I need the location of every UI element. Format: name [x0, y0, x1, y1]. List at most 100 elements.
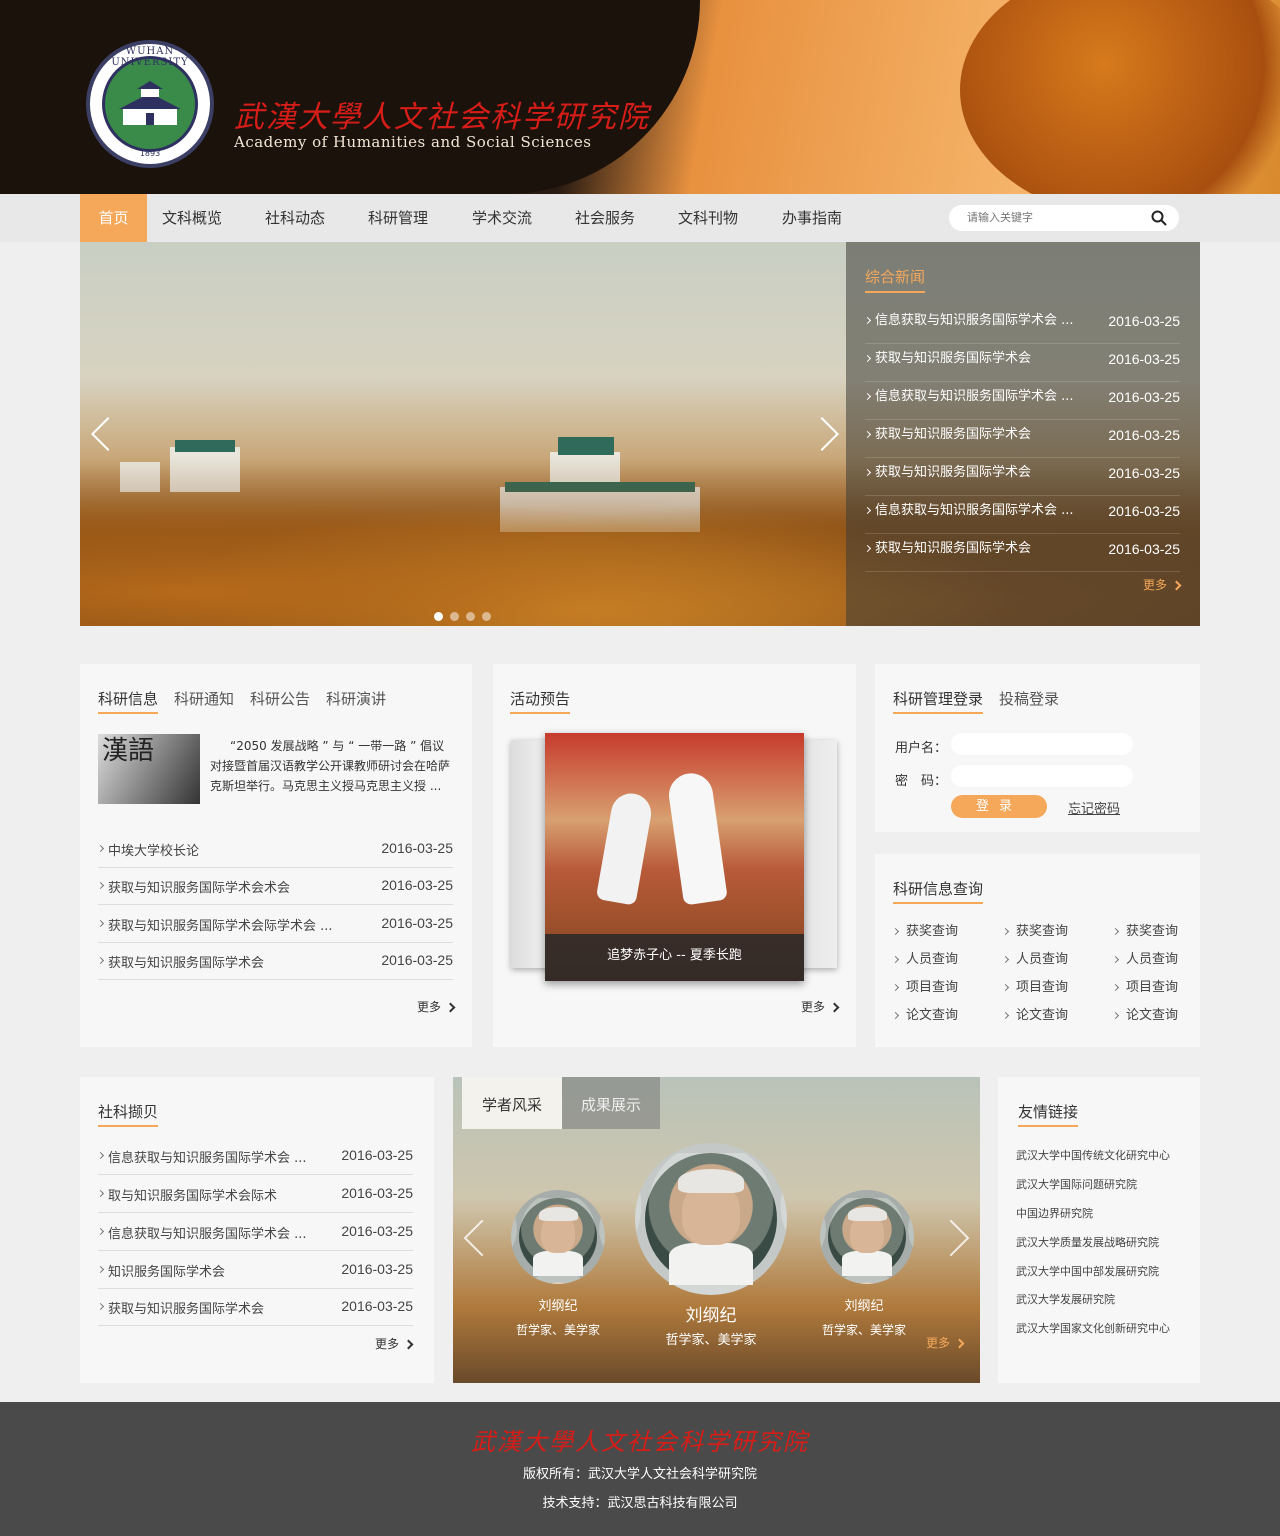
featured-summary[interactable]: “2050 发展战略 ” 与 “ 一带一路 ” 倡议对接暨首届汉语教学公开课教师…	[210, 736, 452, 796]
friend-link[interactable]: 武汉大学中国传统文化研究中心	[1016, 1147, 1170, 1163]
slider-dot[interactable]	[450, 612, 459, 621]
logo-emblem	[102, 56, 198, 152]
scholars-panel: 学者风采 成果展示 刘纲纪 哲学家、美学家 刘纲纪 哲学家、美学家 刘纲纪 哲学…	[453, 1077, 980, 1383]
query-link[interactable]: 获奖查询	[1111, 920, 1178, 939]
tab-research-info[interactable]: 科研信息	[98, 690, 159, 714]
query-link[interactable]: 项目查询	[1111, 976, 1178, 995]
tab-research-announcement[interactable]: 科研公告	[250, 690, 310, 708]
search-icon[interactable]	[1151, 210, 1167, 226]
list-item[interactable]: 获取与知识服务国际学术会 2016-03-25	[96, 942, 453, 980]
news-item-date: 2016-03-25	[1108, 351, 1180, 367]
chevron-right-icon	[1001, 983, 1010, 992]
news-panel-title[interactable]: 综合新闻	[865, 266, 926, 293]
friend-link[interactable]: 武汉大学国际问题研究院	[1016, 1176, 1137, 1192]
digest-more-link[interactable]: 更多	[375, 1335, 414, 1352]
scholar-name: 刘纲纪	[685, 1306, 737, 1326]
query-link[interactable]: 项目查询	[1001, 976, 1068, 995]
campus-roof	[175, 440, 235, 452]
news-item[interactable]: 获取与知识服务国际学术会 2016-03-25	[863, 420, 1180, 458]
digest-card: 社科撷贝 信息获取与知识服务国际学术会 ... 2016-03-25 取与知识服务…	[80, 1077, 434, 1383]
runner-figure	[666, 770, 728, 906]
query-link[interactable]: 人员查询	[1111, 948, 1179, 967]
list-item[interactable]: 获取与知识服务国际学术会际学术会 ... 2016-03-25	[96, 905, 453, 943]
slider-next-icon[interactable]	[805, 417, 839, 451]
events-tabs: 活动预告	[510, 688, 586, 714]
scholar-next-icon[interactable]	[932, 1219, 970, 1257]
friend-link[interactable]: 中国边界研究院	[1016, 1205, 1093, 1221]
list-item[interactable]: 信息获取与知识服务国际学术会 ... 2016-03-25	[96, 1137, 413, 1175]
query-link[interactable]: 项目查询	[891, 976, 958, 995]
nav-journals[interactable]: 文科刊物	[663, 194, 753, 242]
query-link[interactable]: 论文查询	[1001, 1004, 1068, 1023]
friend-link[interactable]: 武汉大学中国中部发展研究院	[1016, 1263, 1159, 1279]
friend-link[interactable]: 武汉大学国家文化创新研究中心	[1016, 1320, 1170, 1336]
nav-social-service[interactable]: 社会服务	[560, 194, 650, 242]
research-more-link[interactable]: 更多	[417, 998, 456, 1015]
search-input[interactable]	[967, 208, 1137, 228]
events-more-link[interactable]: 更多	[801, 998, 840, 1015]
query-link[interactable]: 获奖查询	[1001, 920, 1068, 939]
forgot-password-link[interactable]: 忘记密码	[1068, 798, 1120, 817]
friend-link[interactable]: 武汉大学质量发展战略研究院	[1016, 1234, 1159, 1250]
links-title[interactable]: 友情链接	[1018, 1103, 1079, 1127]
slider-prev-icon[interactable]	[91, 417, 125, 451]
news-more-link[interactable]: 更多	[1143, 576, 1182, 593]
nav-overview[interactable]: 文科概览	[147, 194, 237, 242]
scholars-more-link[interactable]: 更多	[926, 1334, 965, 1351]
query-link[interactable]: 论文查询	[891, 1004, 958, 1023]
news-item-title: 信息获取与知识服务国际学术会 ...	[875, 313, 1074, 328]
list-item[interactable]: 获取与知识服务国际学术会 2016-03-25	[96, 1288, 413, 1326]
news-item[interactable]: 信息获取与知识服务国际学术会 ... 2016-03-25	[863, 306, 1180, 344]
list-item[interactable]: 取与知识服务国际学术会际术 2016-03-25	[96, 1175, 413, 1213]
tab-research-login[interactable]: 科研管理登录	[893, 690, 984, 714]
scholar-avatar-featured[interactable]	[635, 1143, 787, 1295]
chevron-right-icon	[96, 956, 105, 965]
login-button[interactable]: 登录	[951, 795, 1047, 818]
news-thumbnail[interactable]: 漢語	[98, 734, 200, 804]
nav-guide[interactable]: 办事指南	[767, 194, 857, 242]
scholar-avatar[interactable]	[511, 1190, 605, 1284]
query-link[interactable]: 人员查询	[891, 948, 958, 967]
list-item[interactable]: 中埃大学校长论 2016-03-25	[96, 830, 453, 868]
list-item-title: 信息获取与知识服务国际学术会 ...	[108, 1227, 307, 1242]
news-item[interactable]: 获取与知识服务国际学术会 2016-03-25	[863, 534, 1180, 572]
scholar-avatar[interactable]	[820, 1190, 914, 1284]
tab-achievements[interactable]: 成果展示	[562, 1077, 660, 1129]
friend-link[interactable]: 武汉大学发展研究院	[1016, 1291, 1115, 1307]
list-item[interactable]: 信息获取与知识服务国际学术会 ... 2016-03-25	[96, 1213, 413, 1251]
tab-research-lecture[interactable]: 科研演讲	[326, 690, 386, 708]
scholar-prev-icon[interactable]	[463, 1219, 501, 1257]
nav-home[interactable]: 首页	[80, 194, 147, 242]
news-item[interactable]: 获取与知识服务国际学术会 2016-03-25	[863, 458, 1180, 496]
nav-academic-exchange[interactable]: 学术交流	[457, 194, 547, 242]
query-link-label: 人员查询	[1126, 952, 1179, 967]
nav-news[interactable]: 社科动态	[250, 194, 340, 242]
news-item[interactable]: 信息获取与知识服务国际学术会 ... 2016-03-25	[863, 382, 1180, 420]
tab-submission-login[interactable]: 投稿登录	[999, 690, 1059, 708]
university-logo[interactable]: WUHAN UNIVERSITY 1893	[86, 40, 214, 168]
chevron-right-icon	[863, 544, 872, 553]
logo-ring-text: WUHAN UNIVERSITY	[111, 46, 189, 68]
news-item[interactable]: 信息获取与知识服务国际学术会 ... 2016-03-25	[863, 496, 1180, 534]
query-link[interactable]: 人员查询	[1001, 948, 1068, 967]
digest-title[interactable]: 社科撷贝	[98, 1103, 159, 1127]
avatar-hair	[847, 1207, 887, 1222]
list-item-date: 2016-03-25	[381, 915, 453, 931]
query-link[interactable]: 论文查询	[1111, 1004, 1178, 1023]
slider-dot[interactable]	[434, 612, 443, 621]
query-link[interactable]: 获奖查询	[891, 920, 958, 939]
event-photo[interactable]: 追梦赤子心 -- 夏季长跑	[545, 733, 804, 981]
list-item-title: 获取与知识服务国际学术会际学术会 ...	[108, 919, 333, 934]
slider-dot[interactable]	[466, 612, 475, 621]
tab-scholars[interactable]: 学者风采	[462, 1077, 562, 1129]
news-item[interactable]: 获取与知识服务国际学术会 2016-03-25	[863, 344, 1180, 382]
nav-research-mgmt[interactable]: 科研管理	[353, 194, 443, 242]
list-item[interactable]: 知识服务国际学术会 2016-03-25	[96, 1251, 413, 1289]
slider-dot[interactable]	[482, 612, 491, 621]
query-title[interactable]: 科研信息查询	[893, 880, 984, 904]
password-field[interactable]	[951, 765, 1133, 787]
tab-research-notice[interactable]: 科研通知	[174, 690, 234, 708]
username-field[interactable]	[951, 733, 1133, 755]
list-item[interactable]: 获取与知识服务国际学术会术会 2016-03-25	[96, 867, 453, 905]
events-title[interactable]: 活动预告	[510, 690, 571, 714]
